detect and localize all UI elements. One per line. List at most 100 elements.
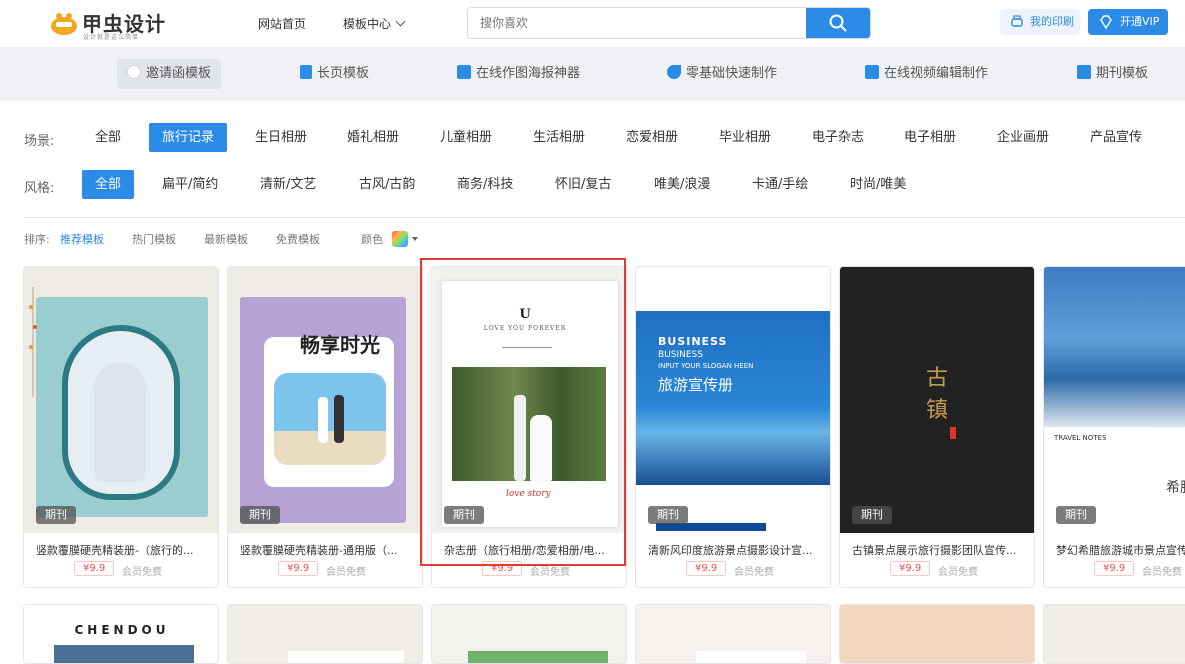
longpage-icon — [300, 65, 312, 79]
member-free: 会员免费 — [1142, 567, 1182, 578]
cover-footer-bar — [656, 523, 766, 531]
sort-newest[interactable]: 最新模板 — [204, 231, 248, 247]
cover-cn-title: 旅游宣传册 — [658, 376, 734, 394]
scene-item[interactable]: 生活相册 — [533, 123, 585, 152]
cover-photo — [696, 651, 806, 663]
template-thumbnail[interactable]: 古镇 期刊 — [840, 267, 1034, 533]
search-button[interactable] — [806, 8, 870, 38]
cover-heading: BUSINESS — [658, 335, 728, 348]
style-item[interactable]: 古风/古韵 — [359, 170, 415, 199]
template-title[interactable]: 竖款覆膜硬壳精装册-（旅行的... — [36, 542, 211, 558]
magic-icon — [667, 65, 681, 79]
template-thumbnail[interactable]: TRAVEL NOTES 希腊 期刊 — [1044, 267, 1185, 533]
cover-photo — [54, 645, 194, 663]
vip-label: 开通VIP — [1120, 15, 1160, 28]
template-thumbnail[interactable]: BUSINESS BUSINESS INPUT YOUR SLOGAN HEEN… — [636, 267, 830, 533]
member-free: 会员免费 — [326, 567, 366, 578]
category-label: 长页模板 — [317, 66, 370, 81]
scene-item[interactable]: 恋爱相册 — [626, 123, 678, 152]
journal-badge: 期刊 — [240, 506, 280, 524]
template-thumbnail[interactable]: 畅享时光 期刊 — [228, 267, 422, 533]
style-item[interactable]: 时尚/唯美 — [850, 170, 906, 199]
search-icon — [829, 14, 847, 32]
color-label: 颜色 — [361, 233, 383, 246]
cover-photo — [288, 651, 404, 663]
style-item-active[interactable]: 全部 — [82, 170, 135, 199]
template-card[interactable]: CHENDOU — [23, 604, 219, 664]
scene-item[interactable]: 产品宣传 — [1090, 123, 1142, 152]
cover-santorini-photo — [1044, 267, 1185, 427]
video-icon — [865, 65, 879, 79]
cover-title: 古镇 — [926, 366, 949, 423]
journal-icon — [1077, 65, 1091, 79]
template-card[interactable]: 古镇 期刊 古镇景点展示旅行摄影团队宣传... ¥9.9 会员免费 — [839, 266, 1035, 588]
scene-item-active[interactable]: 旅行记录 — [149, 123, 228, 152]
style-item[interactable]: 扁平/简约 — [162, 170, 218, 199]
logo-beetle-icon — [51, 13, 77, 35]
template-card[interactable]: 畅享时光 期刊 竖款覆膜硬壳精装册-通用版（... ¥9.9 会员免费 — [227, 266, 423, 588]
style-item[interactable]: 卡通/手绘 — [752, 170, 808, 199]
scene-item[interactable]: 毕业相册 — [719, 123, 771, 152]
sort-free[interactable]: 免费模板 — [276, 231, 320, 247]
template-card[interactable]: BUSINESS BUSINESS INPUT YOUR SLOGAN HEEN… — [635, 266, 831, 588]
template-title[interactable]: 古镇景点展示旅行摄影团队宣传... — [852, 542, 1027, 558]
scene-item[interactable]: 电子相册 — [904, 123, 956, 152]
category-label: 在线作图海报神器 — [476, 66, 581, 81]
template-title[interactable]: 清新风印度旅游景点摄影设计宣... — [648, 542, 823, 558]
my-print-button[interactable]: 我的印刷 — [1000, 9, 1080, 35]
template-card[interactable]: 期刊 竖款覆膜硬壳精装册-（旅行的... ¥9.9 会员免费 — [23, 266, 219, 588]
template-card[interactable] — [635, 604, 831, 664]
selection-highlight — [420, 258, 626, 566]
category-invitation[interactable]: 邀请函模板 — [117, 59, 222, 89]
nav-templates-menu[interactable]: 模板中心 — [343, 15, 406, 32]
search-input[interactable] — [468, 8, 808, 38]
style-item[interactable]: 清新/文艺 — [260, 170, 316, 199]
logo[interactable]: 甲虫设计 设计就是这么简单 — [50, 8, 180, 41]
template-thumbnail[interactable]: 期刊 — [24, 267, 218, 533]
scene-label: 场景: — [24, 134, 55, 149]
scene-item[interactable]: 儿童相册 — [440, 123, 492, 152]
nav-home-link[interactable]: 网站首页 — [258, 15, 306, 32]
category-poster[interactable]: 在线作图海报神器 — [457, 59, 580, 89]
nav-templates-label: 模板中心 — [343, 17, 392, 31]
cover-heading: TRAVEL NOTES — [1054, 434, 1107, 442]
category-quick[interactable]: 零基础快速制作 — [667, 59, 777, 89]
color-picker-swatch[interactable] — [392, 231, 408, 247]
scene-item[interactable]: 企业画册 — [997, 123, 1049, 152]
caret-down-icon[interactable] — [412, 237, 418, 241]
template-card[interactable] — [839, 604, 1035, 664]
search-bar — [467, 7, 871, 39]
member-free: 会员免费 — [938, 567, 978, 578]
template-card[interactable]: TRAVEL NOTES 希腊 期刊 梦幻希腊旅游城市景点宣传 ¥9.9 会员免… — [1043, 266, 1185, 588]
printer-icon — [1011, 15, 1023, 27]
template-title[interactable]: 梦幻希腊旅游城市景点宣传 — [1056, 542, 1185, 558]
price-tag: ¥9.9 — [74, 561, 115, 576]
price-tag: ¥9.9 — [278, 561, 319, 576]
category-longpage[interactable]: 长页模板 — [300, 59, 369, 89]
cover-slogan: INPUT YOUR SLOGAN HEEN — [658, 362, 754, 370]
category-journal[interactable]: 期刊模板 — [1077, 59, 1148, 89]
scene-item[interactable]: 电子杂志 — [812, 123, 864, 152]
cover-cn-title: 希腊 — [1166, 480, 1185, 496]
style-item[interactable]: 怀旧/复古 — [555, 170, 611, 199]
style-item[interactable]: 商务/科技 — [457, 170, 513, 199]
cover-title: 畅享时光 — [300, 333, 380, 357]
scene-item[interactable]: 婚礼相册 — [347, 123, 399, 152]
cover-title: CHENDOU — [74, 623, 170, 637]
journal-badge: 期刊 — [648, 506, 688, 524]
category-video[interactable]: 在线视频编辑制作 — [865, 59, 988, 89]
vip-button[interactable]: 开通VIP — [1088, 9, 1168, 35]
template-card[interactable] — [431, 604, 627, 664]
style-label: 风格: — [24, 181, 55, 196]
scene-item[interactable]: 生日相册 — [255, 123, 307, 152]
sort-label: 排序: — [24, 233, 50, 246]
style-item[interactable]: 唯美/浪漫 — [654, 170, 710, 199]
template-card[interactable] — [1043, 604, 1185, 664]
scene-item[interactable]: 全部 — [95, 123, 121, 152]
template-card[interactable] — [227, 604, 423, 664]
category-label: 邀请函模板 — [146, 66, 212, 81]
scene-filter-row: 场景: 全部 旅行记录 生日相册 婚礼相册 儿童相册 生活相册 恋爱相册 毕业相… — [0, 123, 1185, 153]
template-title[interactable]: 竖款覆膜硬壳精装册-通用版（... — [240, 542, 415, 558]
sort-recommended[interactable]: 推荐模板 — [60, 231, 104, 247]
sort-hot[interactable]: 热门模板 — [132, 231, 176, 247]
